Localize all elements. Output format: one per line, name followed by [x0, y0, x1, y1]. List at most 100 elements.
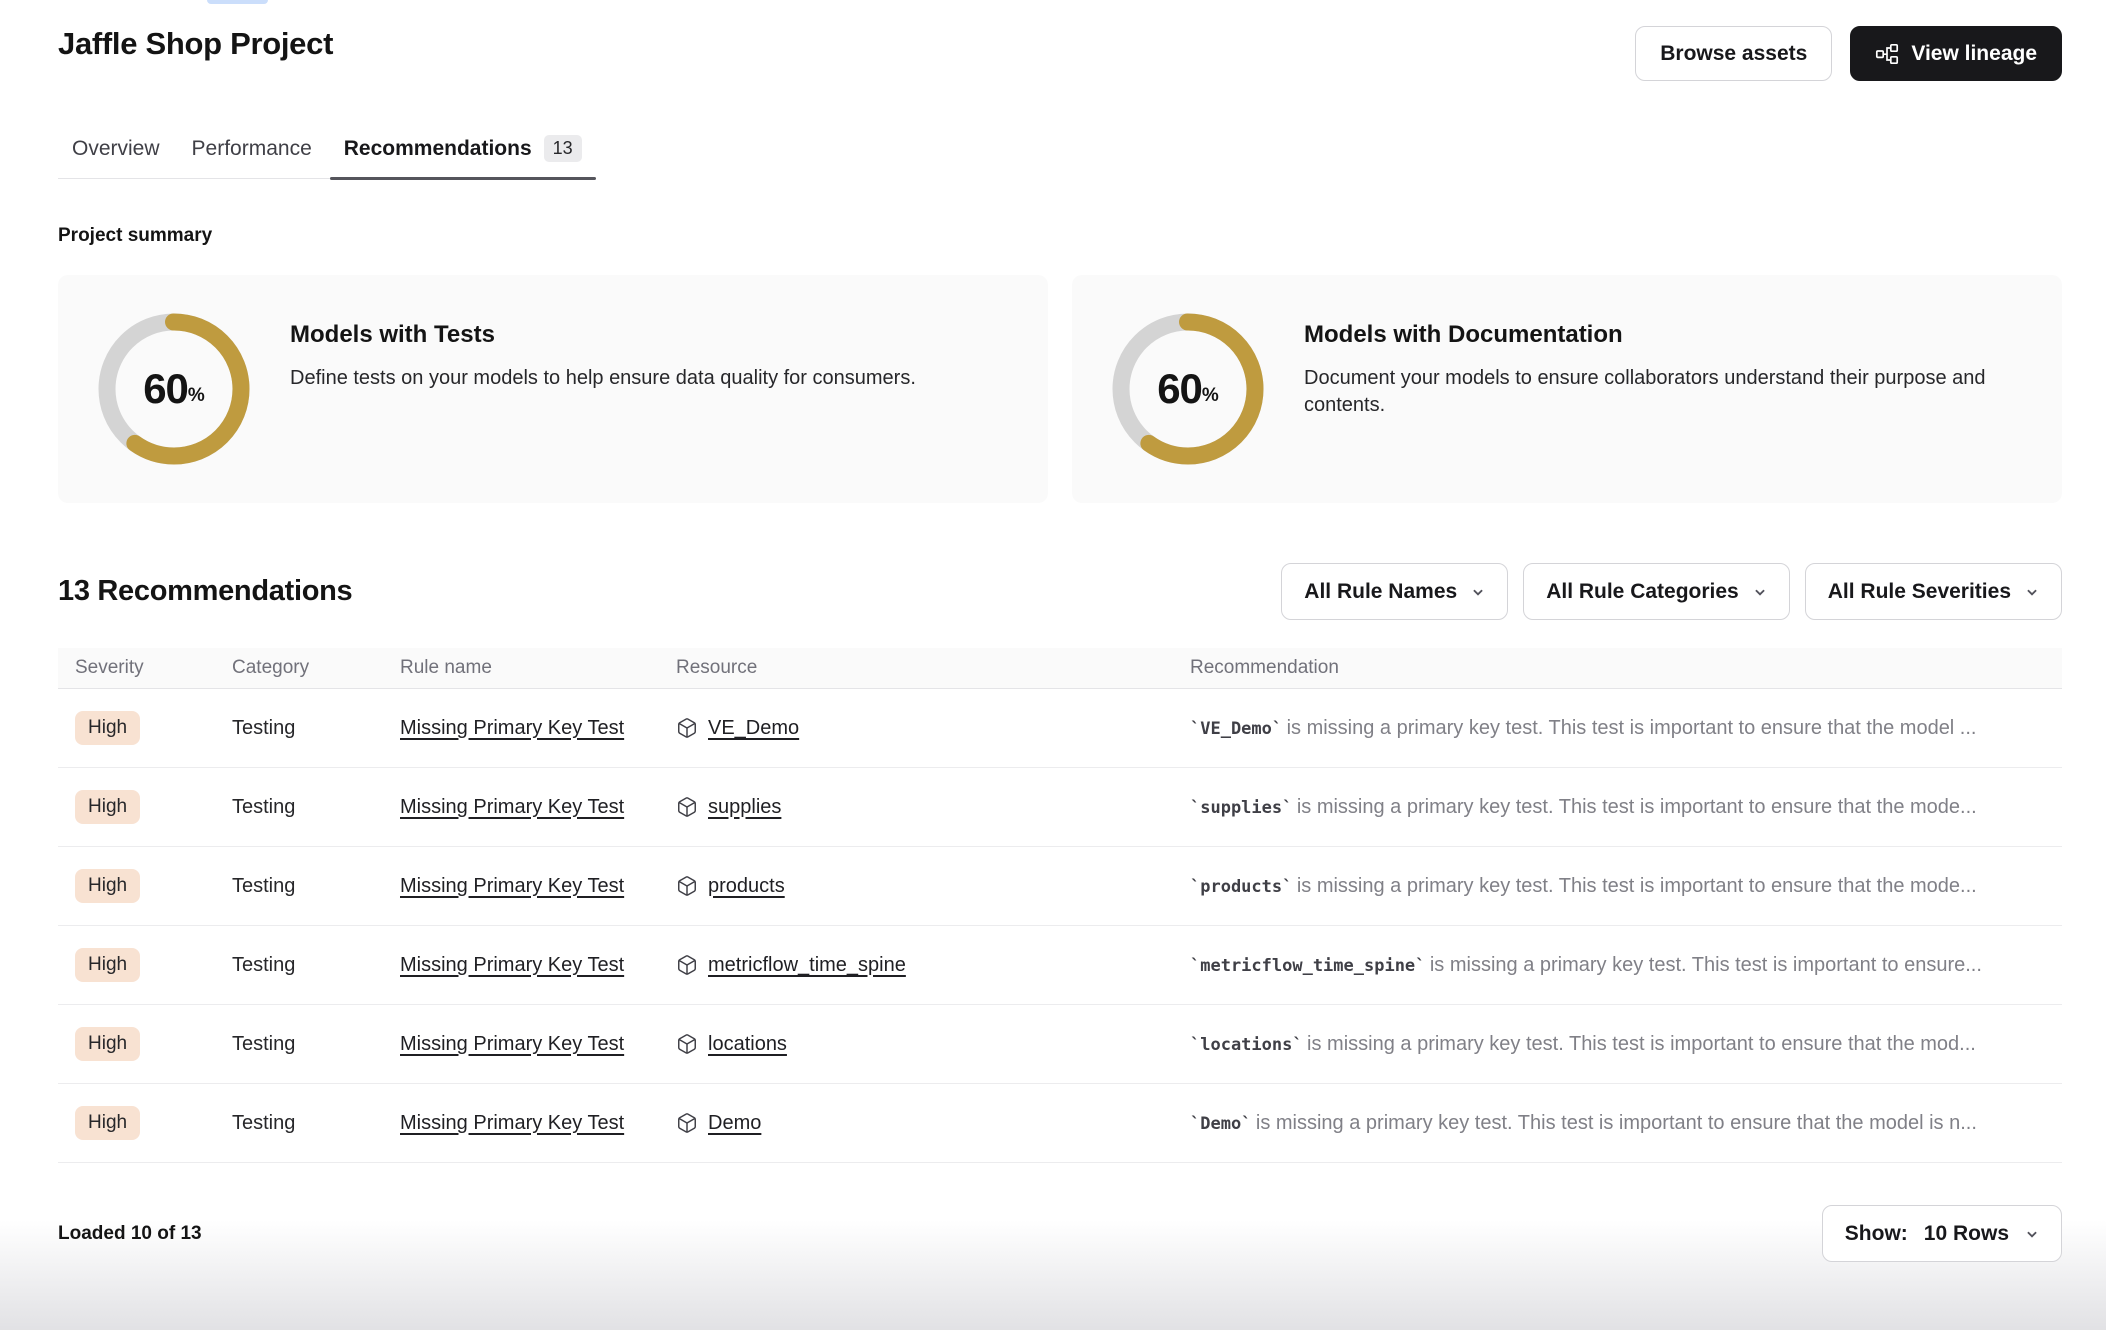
docs-percent-unit: % — [1202, 385, 1219, 407]
recommendations-table: Severity Category Rule name Resource Rec… — [58, 648, 2062, 1163]
resource-cell: VE_Demo — [659, 717, 1173, 740]
rule-name-cell: Missing Primary Key Test — [383, 875, 659, 898]
recommendations-heading: 13 Recommendations — [58, 575, 352, 608]
severity-badge: High — [75, 869, 140, 903]
docs-card-description: Document your models to ensure collabora… — [1304, 365, 2022, 419]
resource-code: `supplies` — [1190, 798, 1292, 818]
chevron-down-icon — [1753, 585, 1767, 599]
recommendation-text: is missing a primary key test. This test… — [1256, 1112, 1977, 1134]
rule-names-filter[interactable]: All Rule Names — [1281, 563, 1508, 620]
chevron-down-icon — [2025, 585, 2039, 599]
resource-cell: locations — [659, 1033, 1173, 1056]
models-with-docs-card: 60 % Models with Documentation Document … — [1072, 275, 2062, 503]
rule-name-link[interactable]: Missing Primary Key Test — [400, 954, 624, 976]
table-row: High Testing Missing Primary Key Test VE… — [58, 689, 2062, 768]
tests-card-title: Models with Tests — [290, 321, 916, 349]
table-footer: Loaded 10 of 13 Show: 10 Rows — [58, 1205, 2062, 1262]
rows-per-page-dropdown[interactable]: Show: 10 Rows — [1822, 1205, 2062, 1262]
tests-donut-value: 60 % — [98, 313, 250, 465]
docs-card-text: Models with Documentation Document your … — [1304, 321, 2022, 419]
col-header-rule-name: Rule name — [383, 657, 659, 679]
resource-link[interactable]: Demo — [708, 1112, 761, 1135]
header-actions: Browse assets View lineage — [1635, 26, 2062, 81]
browse-assets-button[interactable]: Browse assets — [1635, 26, 1832, 81]
rule-name-link[interactable]: Missing Primary Key Test — [400, 1112, 624, 1134]
loaded-status: Loaded 10 of 13 — [58, 1223, 202, 1245]
page-header: Jaffle Shop Project Browse assets View l… — [58, 0, 2062, 81]
model-cube-icon — [676, 1112, 698, 1134]
rule-name-cell: Missing Primary Key Test — [383, 717, 659, 740]
resource-cell: metricflow_time_spine — [659, 954, 1173, 977]
col-header-category: Category — [215, 657, 383, 679]
resource-link[interactable]: VE_Demo — [708, 717, 799, 740]
recommendation-cell: `Demo` is missing a primary key test. Th… — [1173, 1112, 2062, 1135]
tests-percent: 60 — [143, 365, 188, 413]
tab-recommendations[interactable]: Recommendations 13 — [330, 125, 596, 178]
col-header-severity: Severity — [58, 657, 215, 679]
rule-name-cell: Missing Primary Key Test — [383, 796, 659, 819]
recommendation-text: is missing a primary key test. This test… — [1297, 796, 1977, 818]
rule-categories-filter[interactable]: All Rule Categories — [1523, 563, 1790, 620]
table-row: High Testing Missing Primary Key Test su… — [58, 768, 2062, 847]
category-cell: Testing — [215, 954, 383, 977]
category-cell: Testing — [215, 875, 383, 898]
rule-severities-filter[interactable]: All Rule Severities — [1805, 563, 2062, 620]
recommendation-text: is missing a primary key test. This test… — [1287, 717, 1977, 739]
table-header-row: Severity Category Rule name Resource Rec… — [58, 648, 2062, 689]
filter-bar: All Rule Names All Rule Categories All R… — [1281, 563, 2062, 620]
resource-link[interactable]: metricflow_time_spine — [708, 954, 906, 977]
resource-code: `Demo` — [1190, 1114, 1251, 1134]
tab-performance[interactable]: Performance — [178, 125, 326, 178]
severity-badge: High — [75, 948, 140, 982]
col-header-recommendation: Recommendation — [1173, 657, 2062, 679]
rule-categories-filter-label: All Rule Categories — [1546, 580, 1739, 604]
resource-link[interactable]: locations — [708, 1033, 787, 1056]
severity-badge: High — [75, 790, 140, 824]
severity-badge: High — [75, 1027, 140, 1061]
tab-overview-label: Overview — [72, 137, 160, 161]
tab-recommendations-label: Recommendations — [344, 137, 532, 161]
severity-cell: High — [58, 869, 215, 903]
recommendation-text: is missing a primary key test. This test… — [1430, 954, 1982, 976]
docs-donut-chart: 60 % — [1112, 313, 1264, 465]
rule-name-cell: Missing Primary Key Test — [383, 954, 659, 977]
lineage-icon — [1875, 42, 1899, 66]
tab-performance-label: Performance — [192, 137, 312, 161]
rule-name-link[interactable]: Missing Primary Key Test — [400, 717, 624, 739]
recommendation-cell: `metricflow_time_spine` is missing a pri… — [1173, 954, 2062, 977]
docs-percent: 60 — [1157, 365, 1202, 413]
tab-overview[interactable]: Overview — [58, 125, 174, 178]
tests-card-text: Models with Tests Define tests on your m… — [290, 321, 916, 392]
recommendation-cell: `locations` is missing a primary key tes… — [1173, 1033, 2062, 1056]
recommendation-text: is missing a primary key test. This test… — [1307, 1033, 1976, 1055]
table-body: High Testing Missing Primary Key Test VE… — [58, 689, 2062, 1163]
table-row: High Testing Missing Primary Key Test De… — [58, 1084, 2062, 1163]
tab-bar: Overview Performance Recommendations 13 — [58, 125, 596, 179]
severity-cell: High — [58, 1027, 215, 1061]
resource-link[interactable]: supplies — [708, 796, 781, 819]
tests-card-description: Define tests on your models to help ensu… — [290, 365, 916, 392]
table-row: High Testing Missing Primary Key Test lo… — [58, 1005, 2062, 1084]
summary-cards: 60 % Models with Tests Define tests on y… — [58, 275, 2062, 503]
project-summary-label: Project summary — [58, 225, 2062, 247]
resource-cell: Demo — [659, 1112, 1173, 1135]
category-cell: Testing — [215, 796, 383, 819]
recommendation-cell: `products` is missing a primary key test… — [1173, 875, 2062, 898]
recommendations-count-badge: 13 — [544, 135, 582, 162]
view-lineage-button[interactable]: View lineage — [1850, 26, 2062, 81]
rule-name-link[interactable]: Missing Primary Key Test — [400, 796, 624, 818]
model-cube-icon — [676, 875, 698, 897]
model-cube-icon — [676, 954, 698, 976]
rule-name-link[interactable]: Missing Primary Key Test — [400, 875, 624, 897]
rule-name-link[interactable]: Missing Primary Key Test — [400, 1033, 624, 1055]
model-cube-icon — [676, 796, 698, 818]
category-cell: Testing — [215, 717, 383, 740]
model-cube-icon — [676, 717, 698, 739]
category-cell: Testing — [215, 1033, 383, 1056]
severity-cell: High — [58, 790, 215, 824]
severity-badge: High — [75, 711, 140, 745]
table-row: High Testing Missing Primary Key Test pr… — [58, 847, 2062, 926]
resource-link[interactable]: products — [708, 875, 785, 898]
resource-cell: products — [659, 875, 1173, 898]
resource-code: `locations` — [1190, 1035, 1303, 1055]
